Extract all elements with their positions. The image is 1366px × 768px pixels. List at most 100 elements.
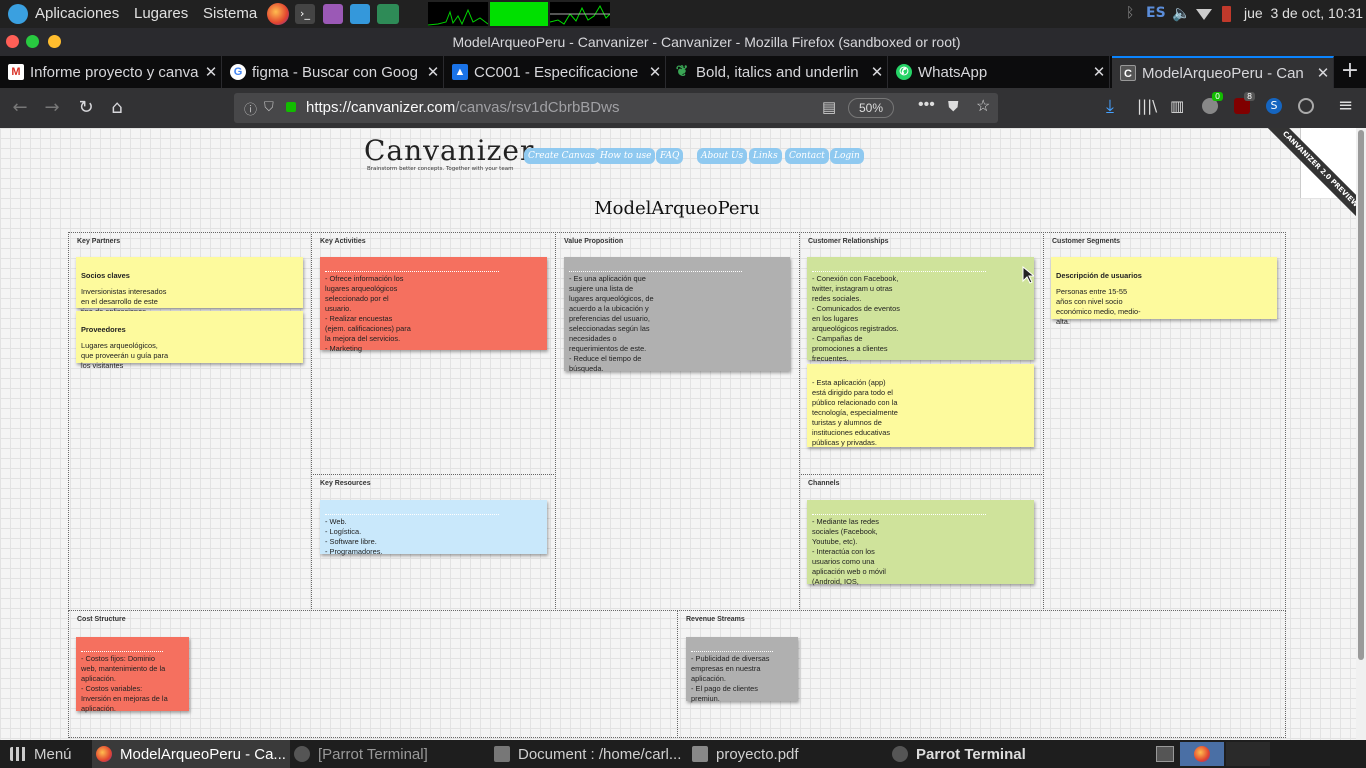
url-bar[interactable]: ⓘ ⛉ https://canvanizer.com/canvas/rsv1dC… — [234, 93, 998, 123]
file-manager-launcher-icon[interactable] — [377, 4, 399, 24]
tab-specifications[interactable]: ▲ CC001 - Especificacione ✕ — [444, 56, 666, 88]
nav-login[interactable]: Login — [830, 148, 864, 164]
tab-whatsapp[interactable]: ✆ WhatsApp ✕ — [888, 56, 1110, 88]
taskbar-item-pdf[interactable]: proyecto.pdf — [692, 740, 882, 768]
note-body: - Costos fijos: Dominio web, mantenimien… — [81, 654, 168, 713]
hamburger-menu-icon[interactable]: ≡ — [1338, 95, 1353, 116]
taskbar-item-parrot-terminal[interactable]: Parrot Terminal — [892, 740, 1088, 768]
sticky-note[interactable]: - Publicidad de diversas empresas en nue… — [686, 637, 798, 703]
sticky-note[interactable]: - Es una aplicación que sugiere una list… — [564, 257, 790, 373]
sticky-note[interactable]: Proveedores Lugares arqueológicos, que pr… — [76, 311, 303, 370]
extension-profile-icon[interactable] — [1298, 98, 1314, 114]
nav-about-us[interactable]: About Us — [697, 148, 748, 164]
url-path: /canvas/rsv1dCbrbBDws — [455, 99, 620, 116]
google-icon: G — [230, 64, 246, 80]
scrollbar-thumb[interactable] — [1358, 130, 1364, 660]
zoom-indicator[interactable]: 50% — [848, 98, 894, 118]
cell-title: Channels — [808, 480, 840, 487]
places-menu[interactable]: Lugares — [134, 5, 188, 22]
grid-menu-icon — [10, 747, 26, 761]
sticky-note[interactable]: - Esta aplicación (app) está dirigido pa… — [807, 364, 1034, 447]
workspace-2[interactable] — [1226, 742, 1270, 766]
new-tab-button[interactable]: + — [1338, 60, 1362, 84]
cell-title: Cost Structure — [77, 616, 126, 623]
start-menu-button[interactable]: Menú — [10, 740, 90, 768]
page-actions-icon[interactable]: ••• — [918, 96, 935, 114]
cpu-graph — [428, 2, 488, 26]
sticky-note[interactable]: Descripción de usuarios Personas entre 15… — [1051, 257, 1277, 326]
canvanizer-logo[interactable]: Canvanizer — [364, 134, 534, 167]
url-host: https://canvanizer.com — [306, 99, 456, 116]
cell-title: Key Partners — [77, 238, 121, 245]
cell-title: Key Activities — [320, 238, 366, 245]
cell-title: Key Resources — [320, 480, 371, 487]
nav-how-to-use[interactable]: How to use — [596, 148, 656, 164]
back-button[interactable]: ← — [8, 96, 32, 120]
nav-create-canvas[interactable]: Create Canvas — [524, 148, 599, 164]
extension-s-icon[interactable]: S — [1266, 98, 1282, 114]
forward-button[interactable]: → — [40, 96, 64, 120]
taskbar-item-document[interactable]: Document : /home/carl... — [494, 740, 688, 768]
sticky-note[interactable]: - Mediante las redes sociales (Facebook,… — [807, 500, 1034, 586]
sticky-note[interactable]: - Costos fijos: Dominio web, mantenimien… — [76, 637, 189, 713]
keyboard-layout-indicator[interactable]: ES — [1146, 5, 1166, 21]
lock-icon[interactable] — [286, 102, 296, 112]
sticky-note[interactable]: - Conexión con Facebook, twitter, instag… — [807, 257, 1034, 363]
close-tab-icon[interactable]: ✕ — [645, 63, 665, 81]
volume-icon[interactable]: 🔈 — [1172, 4, 1191, 22]
note-heading: Descripción de usuarios — [1056, 271, 1142, 280]
tab-bold-italics[interactable]: ❦ Bold, italics and underlin ✕ — [666, 56, 888, 88]
workspace-switcher-icon[interactable] — [1156, 746, 1174, 762]
library-icon[interactable]: |||\ — [1137, 97, 1157, 115]
sticky-note[interactable]: - Ofrece información los lugares arqueol… — [320, 257, 547, 353]
close-tab-icon[interactable]: ✕ — [423, 63, 443, 81]
terminal-launcher-icon[interactable]: ›_ — [295, 4, 315, 24]
wifi-icon[interactable] — [1196, 9, 1212, 20]
reload-button[interactable]: ↻ — [74, 96, 98, 120]
document-viewer-icon — [494, 746, 510, 762]
bookmark-star-icon[interactable]: ☆ — [976, 96, 990, 116]
note-body: - Es una aplicación que sugiere una list… — [569, 274, 654, 373]
mouse-cursor-icon — [1022, 266, 1034, 284]
note-heading: Socios claves — [81, 271, 130, 280]
taskbar-item-firefox[interactable]: ModelArqueoPeru - Ca... — [92, 740, 290, 768]
canvas-title[interactable]: ModelArqueoPeru — [0, 198, 1354, 219]
system-menu[interactable]: Sistema — [203, 5, 257, 22]
battery-icon[interactable] — [1222, 6, 1231, 22]
gmail-icon: M — [8, 64, 24, 80]
firefox-launcher-icon[interactable] — [267, 3, 289, 25]
pocket-icon[interactable]: ⛊ — [948, 98, 959, 115]
downloads-icon[interactable]: ⤓ — [1106, 96, 1114, 117]
url-text[interactable]: https://canvanizer.com/canvas/rsv1dCbrbB… — [306, 99, 619, 116]
sidebar-icon[interactable]: ▥ — [1170, 97, 1184, 115]
clock[interactable]: jue 3 de oct, 10:31 — [1244, 5, 1363, 21]
applications-menu[interactable]: Aplicaciones — [35, 5, 119, 22]
close-tab-icon[interactable]: ✕ — [1313, 64, 1333, 82]
workspace-1[interactable] — [1180, 742, 1224, 766]
leaf-icon: ❦ — [675, 63, 689, 80]
home-button[interactable]: ⌂ — [105, 96, 129, 120]
taskbar-item-parrot-terminal-root[interactable]: [Parrot Terminal] — [294, 740, 490, 768]
note-body: - Web. - Logística. - Software libre. - … — [325, 517, 383, 556]
info-icon[interactable]: ⓘ — [244, 99, 257, 118]
bluetooth-icon[interactable]: ᛒ — [1126, 5, 1134, 21]
close-tab-icon[interactable]: ✕ — [1089, 63, 1109, 81]
sticky-note[interactable]: Socios claves Inversionistas interesados … — [76, 257, 303, 316]
parrot-logo-icon[interactable] — [8, 4, 28, 24]
nav-faq[interactable]: FAQ — [656, 148, 684, 164]
tab-modelarqueoperu[interactable]: C ModelArqueoPeru - Can ✕ — [1112, 56, 1334, 88]
text-editor-launcher-icon[interactable] — [323, 4, 343, 24]
reader-view-icon[interactable]: ▤ — [822, 98, 836, 116]
window-titlebar: ModelArqueoPeru - Canvanizer - Canvanize… — [0, 28, 1366, 56]
nav-links[interactable]: Links — [749, 148, 782, 164]
sticky-note[interactable]: - Web. - Logística. - Software libre. - … — [320, 500, 547, 556]
tab-google[interactable]: G figma - Buscar con Goog ✕ — [222, 56, 444, 88]
close-tab-icon[interactable]: ✕ — [201, 63, 221, 81]
tab-gmail[interactable]: M Informe proyecto y canva ✕ — [0, 56, 222, 88]
close-tab-icon[interactable]: ✕ — [867, 63, 887, 81]
vertical-scrollbar[interactable] — [1356, 128, 1366, 740]
ublock-badge: 8 — [1244, 92, 1256, 101]
tracking-shield-icon[interactable]: ⛉ — [264, 99, 274, 115]
nav-contact[interactable]: Contact — [785, 148, 829, 164]
apps-launcher-icon[interactable] — [350, 4, 370, 24]
